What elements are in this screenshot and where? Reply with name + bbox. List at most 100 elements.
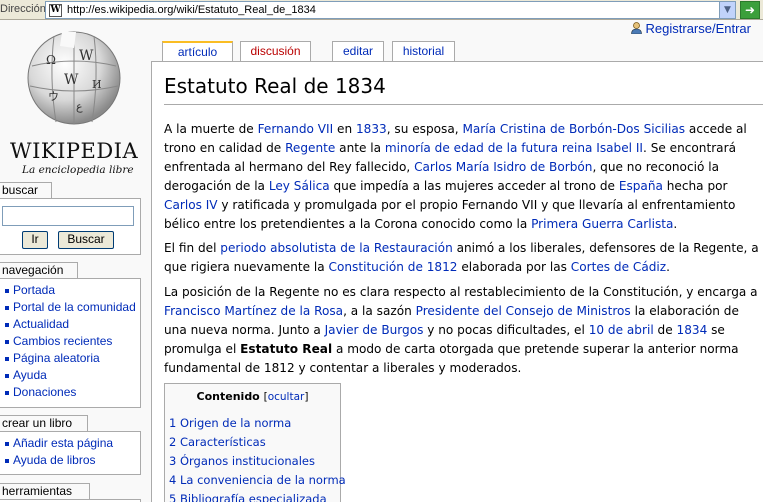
arrow-right-icon: ➜	[744, 3, 756, 17]
paragraph-3: La posición de la Regente no es clara re…	[164, 283, 760, 378]
puzzle-globe-icon: Ω W W И ウ ع	[27, 31, 121, 125]
link-fernando-vii[interactable]: Fernando VII	[258, 122, 334, 136]
title-divider	[164, 104, 763, 105]
nav-item-donaciones[interactable]: Donaciones	[4, 384, 140, 401]
toc-hide: [ocultar]	[264, 391, 309, 403]
tab-edit[interactable]: editar	[332, 41, 384, 61]
toc-item[interactable]: 1 Origen de la norma	[169, 414, 346, 433]
link-10-de-abril[interactable]: 10 de abril	[589, 323, 654, 337]
text: de	[653, 323, 677, 337]
svg-text:W: W	[64, 72, 79, 88]
nav-item-portada[interactable]: Portada	[4, 282, 140, 299]
nav-item-ayuda[interactable]: Ayuda	[4, 367, 140, 384]
text: y no pocas dificultades, el	[423, 323, 589, 337]
toc-item[interactable]: 3 Órganos institucionales	[169, 452, 346, 471]
text: en	[333, 122, 356, 136]
book-heading: crear un libro	[0, 415, 88, 431]
svg-text:ウ: ウ	[48, 90, 59, 103]
user-icon	[630, 22, 642, 34]
link-1833[interactable]: 1833	[356, 122, 387, 136]
toc-list: 1 Origen de la norma 2 Características 3…	[169, 414, 346, 502]
logo-tagline: La enciclopedia libre	[22, 164, 134, 176]
link-primera-guerra-carlista[interactable]: Primera Guerra Carlista	[531, 217, 673, 231]
link-carlos-iv[interactable]: Carlos IV	[164, 198, 218, 212]
tab-article-label: artículo	[177, 45, 218, 59]
tab-article[interactable]: artículo	[162, 41, 233, 62]
chevron-down-icon[interactable]: ▼	[719, 2, 735, 18]
text: El fin del	[164, 241, 221, 255]
link-presidente-consejo[interactable]: Presidente del Consejo de Ministros	[416, 304, 631, 318]
tab-discussion[interactable]: discusión	[240, 41, 311, 61]
text: hecha por	[662, 179, 728, 193]
text: elaborada por las	[457, 260, 571, 274]
link-espana[interactable]: España	[619, 179, 663, 193]
tools-heading: herramientas	[0, 483, 90, 499]
search-button[interactable]: Buscar	[58, 231, 114, 249]
tab-history[interactable]: historial	[392, 41, 455, 61]
text: ante la	[335, 141, 385, 155]
tab-history-label: historial	[402, 44, 445, 58]
svg-text:Ω: Ω	[46, 53, 56, 67]
nav-item-cambios[interactable]: Cambios recientes	[4, 333, 140, 350]
link-periodo-absolutista[interactable]: periodo absolutista de la Restauración	[220, 241, 452, 255]
link-1834[interactable]: 1834	[677, 323, 708, 337]
search-portlet: Ir Buscar	[0, 198, 141, 255]
link-cortes-cadiz[interactable]: Cortes de Cádiz	[571, 260, 666, 274]
link-martinez-de-la-rosa[interactable]: Francisco Martínez de la Rosa	[164, 304, 343, 318]
link-minoria-edad[interactable]: minoría de edad de la futura reina Isabe…	[385, 141, 643, 155]
toc-item[interactable]: 2 Características	[169, 433, 346, 452]
bold-estatuto-real: Estatuto Real	[240, 342, 333, 356]
search-input[interactable]	[2, 206, 134, 226]
logo-wordmark: WIKIPEDIA	[10, 139, 139, 163]
text: A la muerte de	[164, 122, 258, 136]
tab-edit-label: editar	[342, 44, 374, 58]
link-constitucion-1812[interactable]: Constitución de 1812	[329, 260, 458, 274]
book-list: Añadir esta página Ayuda de libros	[0, 432, 140, 469]
url-text: http://es.wikipedia.org/wiki/Estatuto_Re…	[67, 4, 316, 16]
wikipedia-logo[interactable]: Ω W W И ウ ع WIKIPEDIA La enciclopedia li…	[0, 21, 150, 181]
article-content: Estatuto Real de 1834 A la muerte de Fer…	[151, 61, 763, 502]
address-label: Dirección	[0, 3, 46, 15]
text: .	[673, 217, 678, 231]
link-javier-de-burgos[interactable]: Javier de Burgos	[325, 323, 424, 337]
toc-item[interactable]: 4 La conveniencia de la norma	[169, 471, 346, 490]
login-link[interactable]: Registrarse/Entrar	[630, 21, 751, 36]
link-regente[interactable]: Regente	[285, 141, 335, 155]
book-portlet: Añadir esta página Ayuda de libros	[0, 431, 141, 475]
link-ley-salica[interactable]: Ley Sálica	[269, 179, 330, 193]
text: .	[666, 260, 670, 274]
svg-text:И: И	[92, 78, 102, 91]
table-of-contents: Contenido [ocultar] 1 Origen de la norma…	[164, 383, 346, 502]
paragraph-2: El fin del periodo absolutista de la Res…	[164, 239, 760, 277]
navigation-portlet: Portada Portal de la comunidad Actualida…	[0, 278, 141, 408]
page-title: Estatuto Real de 1834	[164, 74, 386, 98]
navigation-heading: navegación	[0, 262, 78, 278]
book-item-help[interactable]: Ayuda de libros	[4, 452, 140, 469]
text: La posición de la Regente no es clara re…	[164, 285, 758, 299]
address-bar: Dirección W http://es.wikipedia.org/wiki…	[0, 0, 763, 20]
toc-title-text: Contenido	[196, 390, 260, 403]
go-search-button[interactable]: Ir	[22, 231, 48, 249]
nav-item-actualidad[interactable]: Actualidad	[4, 316, 140, 333]
svg-text:ع: ع	[76, 100, 83, 113]
book-item-add[interactable]: Añadir esta página	[4, 435, 140, 452]
navigation-list: Portada Portal de la comunidad Actualida…	[0, 279, 140, 401]
login-label: Registrarse/Entrar	[645, 21, 751, 36]
tab-discussion-label: discusión	[250, 44, 301, 58]
toc-item[interactable]: 5 Bibliografía especializada	[169, 490, 346, 502]
link-carlos-maria-isidro[interactable]: Carlos María Isidro de Borbón	[414, 160, 592, 174]
text: , a la sazón	[343, 304, 416, 318]
link-maria-cristina[interactable]: María Cristina de Borbón-Dos Sicilias	[462, 122, 685, 136]
page-icon: W	[49, 4, 62, 17]
toc-bracket-close: ]	[304, 391, 309, 403]
toc-title: Contenido [ocultar]	[165, 390, 340, 403]
paragraph-1: A la muerte de Fernando VII en 1833, su …	[164, 120, 760, 234]
nav-item-portal[interactable]: Portal de la comunidad	[4, 299, 140, 316]
go-button[interactable]: ➜	[740, 1, 760, 19]
toc-hide-link[interactable]: ocultar	[268, 391, 305, 403]
url-field[interactable]: W http://es.wikipedia.org/wiki/Estatuto_…	[45, 1, 736, 19]
text: que impedía a las mujeres acceder al tro…	[329, 179, 619, 193]
nav-item-aleatoria[interactable]: Página aleatoria	[4, 350, 140, 367]
text: , su esposa,	[386, 122, 463, 136]
svg-text:W: W	[79, 48, 94, 64]
